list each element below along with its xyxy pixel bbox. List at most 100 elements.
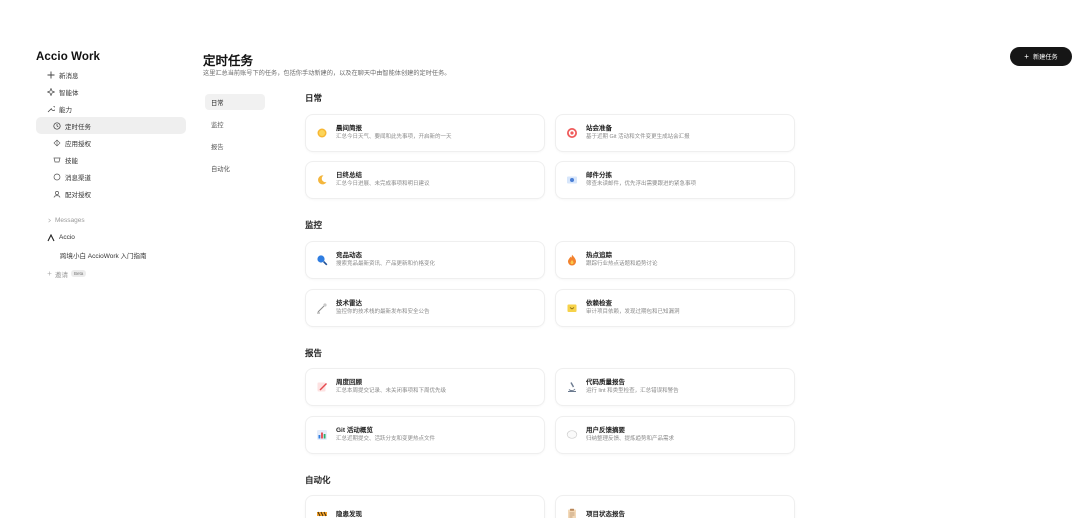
sidebar-item-skills[interactable]: 技能: [36, 151, 190, 168]
card-desc: 汇总今日天气、要闻和此先事项，开启新的一天: [336, 134, 452, 140]
card-title: 热点追踪: [586, 252, 612, 259]
card-desc: 汇总今日进展、未完成事项和明日建议: [336, 181, 430, 187]
accio-agent-row[interactable]: Accio: [36, 229, 190, 246]
template-card-feedback-digest[interactable]: 用户反馈摘要 归纳整理反馈、提炼趋势和产品需求: [555, 416, 795, 454]
sidebar-item-scheduled-tasks[interactable]: 定时任务: [36, 117, 186, 134]
sidebar-item-new-message[interactable]: 新消息: [36, 66, 190, 83]
sidebar-item-app-auth[interactable]: 应用授权: [36, 134, 190, 151]
sidebar-item-label: 定时任务: [65, 123, 91, 131]
clipboard-icon: [566, 508, 578, 518]
page-subtitle: 这里汇总当前账号下的任务，包括你手动新建的，以及在聊天中由智能体创建的定时任务。: [203, 70, 451, 77]
card-desc: 汇总本周提交记录、未关闭事项和下周优先级: [336, 388, 447, 394]
chevron-right-icon: [46, 216, 52, 225]
messages-header[interactable]: Messages: [36, 212, 190, 229]
section-title-automation: 自动化: [305, 475, 331, 485]
section-title-monitor: 监控: [305, 220, 323, 230]
channel-icon: [52, 172, 61, 181]
conversation-item[interactable]: 跨境小白 AccioWork 入门指南: [36, 246, 190, 263]
pencil-icon: [316, 381, 328, 393]
section-title-daily: 日常: [305, 93, 323, 103]
sidebar-item-label: 新消息: [59, 72, 79, 80]
section-title-report: 报告: [305, 348, 323, 358]
tab-automation[interactable]: 自动化: [205, 160, 265, 176]
template-card-dependency-check[interactable]: 依赖检查 审计项目依赖，发现过期包和已知漏洞: [555, 289, 795, 327]
template-card-trend-tracking[interactable]: 热点追踪 跟踪行业热点话题和趋势讨论: [555, 241, 795, 279]
card-title: 用户反馈摘要: [586, 427, 625, 434]
pair-icon: [52, 189, 61, 198]
package-icon: [566, 302, 578, 314]
accio-logo-icon: [46, 233, 55, 242]
template-card-hazard-discovery[interactable]: 隐患发现: [305, 495, 545, 518]
plus-small-icon: [46, 269, 52, 278]
invite-row[interactable]: 邀请 Beta: [36, 265, 190, 282]
card-desc: 归纳整理反馈、提炼趋势和产品需求: [586, 436, 675, 442]
sidebar-item-label: 配对授权: [65, 191, 91, 199]
sidebar: Accio Work 新消息 智能体 能力 定时任务 应用授权 技能 消息渠道 …: [36, 50, 190, 282]
card-desc: 基于近期 Git 活动和文件变更生成站会汇报: [586, 134, 690, 140]
card-desc: 审计项目依赖，发现过期包和已知漏洞: [586, 309, 680, 315]
card-title: 晨间简报: [336, 125, 362, 132]
bubble-icon: [566, 429, 578, 441]
template-card-morning-brief[interactable]: 晨间简报 汇总今日天气、要闻和此先事项，开启新的一天: [305, 114, 545, 152]
card-desc: 筛查未读邮件，优先浮出需要跟进的紧急事项: [586, 181, 697, 187]
new-task-button[interactable]: + 新建任务: [1010, 47, 1072, 66]
clock-icon: [52, 121, 61, 130]
wrench-icon: [46, 104, 55, 113]
sparkle-icon: [46, 87, 55, 96]
template-card-day-summary[interactable]: 日终总结 汇总今日进展、未完成事项和明日建议: [305, 161, 545, 199]
hazard-icon: [316, 508, 328, 518]
card-desc: 汇总近期提交、活跃分支和变更热点文件: [336, 436, 436, 442]
sidebar-item-agents[interactable]: 智能体: [36, 83, 190, 100]
template-card-competitor-news[interactable]: 竞品动态 搜索竞品最新资讯、产品更新和价格变化: [305, 241, 545, 279]
invite-label: 邀请: [55, 271, 68, 279]
sidebar-item-channels[interactable]: 消息渠道: [36, 168, 190, 185]
sidebar-item-capabilities[interactable]: 能力: [36, 100, 190, 117]
card-title: 周度回顾: [336, 379, 362, 386]
card-desc: 监控你的技术栈的最新发布和安全公告: [336, 309, 430, 315]
card-desc: 运行 lint 和类型检查，汇总错误和警告: [586, 388, 679, 394]
app-root: Accio Work 新消息 智能体 能力 定时任务 应用授权 技能 消息渠道 …: [0, 0, 1080, 518]
card-desc: 搜索竞品最新资讯、产品更新和价格变化: [336, 261, 436, 267]
brand-logo: Accio Work: [36, 51, 101, 63]
flame-icon: [566, 254, 578, 266]
tab-report[interactable]: 报告: [205, 138, 265, 154]
card-title: 日终总结: [336, 172, 362, 179]
template-card-standup-prep[interactable]: 站会准备 基于近期 Git 活动和文件变更生成站会汇报: [555, 114, 795, 152]
bar-chart-icon: [316, 429, 328, 441]
messages-label: Messages: [55, 217, 85, 224]
card-title: 站会准备: [586, 125, 612, 132]
template-card-mail-triage[interactable]: 邮件分拣 筛查未读邮件，优先浮出需要跟进的紧急事项: [555, 161, 795, 199]
plus-icon: [46, 70, 55, 79]
tab-daily[interactable]: 日常: [205, 94, 265, 110]
new-task-label: 新建任务: [1032, 54, 1058, 61]
template-card-tech-radar[interactable]: 技术雷达 监控你的技术栈的最新发布和安全公告: [305, 289, 545, 327]
sidebar-item-pairing[interactable]: 配对授权: [36, 185, 190, 202]
card-title: 代码质量报告: [586, 379, 625, 386]
sidebar-item-label: 应用授权: [65, 140, 91, 148]
card-title: Git 活动概览: [336, 427, 373, 434]
template-card-git-activity[interactable]: Git 活动概览 汇总近期提交、活跃分支和变更热点文件: [305, 416, 545, 454]
sun-icon: [316, 127, 328, 139]
sidebar-item-label: 智能体: [59, 89, 79, 97]
link-icon: [52, 138, 61, 147]
page-title: 定时任务: [203, 54, 254, 68]
beta-badge: Beta: [71, 270, 87, 277]
card-title: 竞品动态: [336, 252, 362, 259]
template-card-weekly-review[interactable]: 周度回顾 汇总本周提交记录、未关闭事项和下周优先级: [305, 368, 545, 406]
card-title: 邮件分拣: [586, 172, 612, 179]
target-icon: [566, 127, 578, 139]
radar-icon: [316, 302, 328, 314]
template-card-project-status[interactable]: 项目状态报告: [555, 495, 795, 518]
card-desc: 跟踪行业热点话题和趋势讨论: [586, 261, 658, 267]
sidebar-item-label: 技能: [65, 157, 78, 165]
template-card-code-quality[interactable]: 代码质量报告 运行 lint 和类型检查，汇总错误和警告: [555, 368, 795, 406]
skill-icon: [52, 155, 61, 164]
card-title: 项目状态报告: [586, 510, 625, 518]
moon-icon: [316, 174, 328, 186]
card-title: 技术雷达: [336, 300, 362, 307]
accio-label: Accio: [59, 234, 75, 241]
card-title: 依赖检查: [586, 300, 612, 307]
tab-monitor[interactable]: 监控: [205, 116, 265, 132]
microscope-icon: [566, 381, 578, 393]
conversation-title: 跨境小白 AccioWork 入门指南: [60, 252, 147, 260]
